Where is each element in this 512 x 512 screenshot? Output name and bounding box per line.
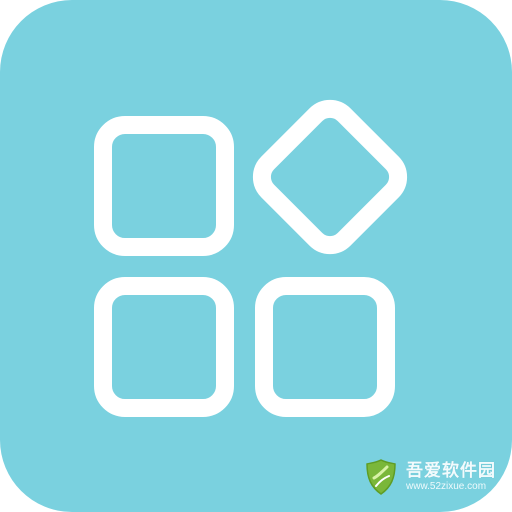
icon-background xyxy=(0,0,512,512)
app-icon-stage: 吾爱软件园 www.52zixue.com xyxy=(0,0,512,512)
apps-grid-icon xyxy=(0,0,512,512)
